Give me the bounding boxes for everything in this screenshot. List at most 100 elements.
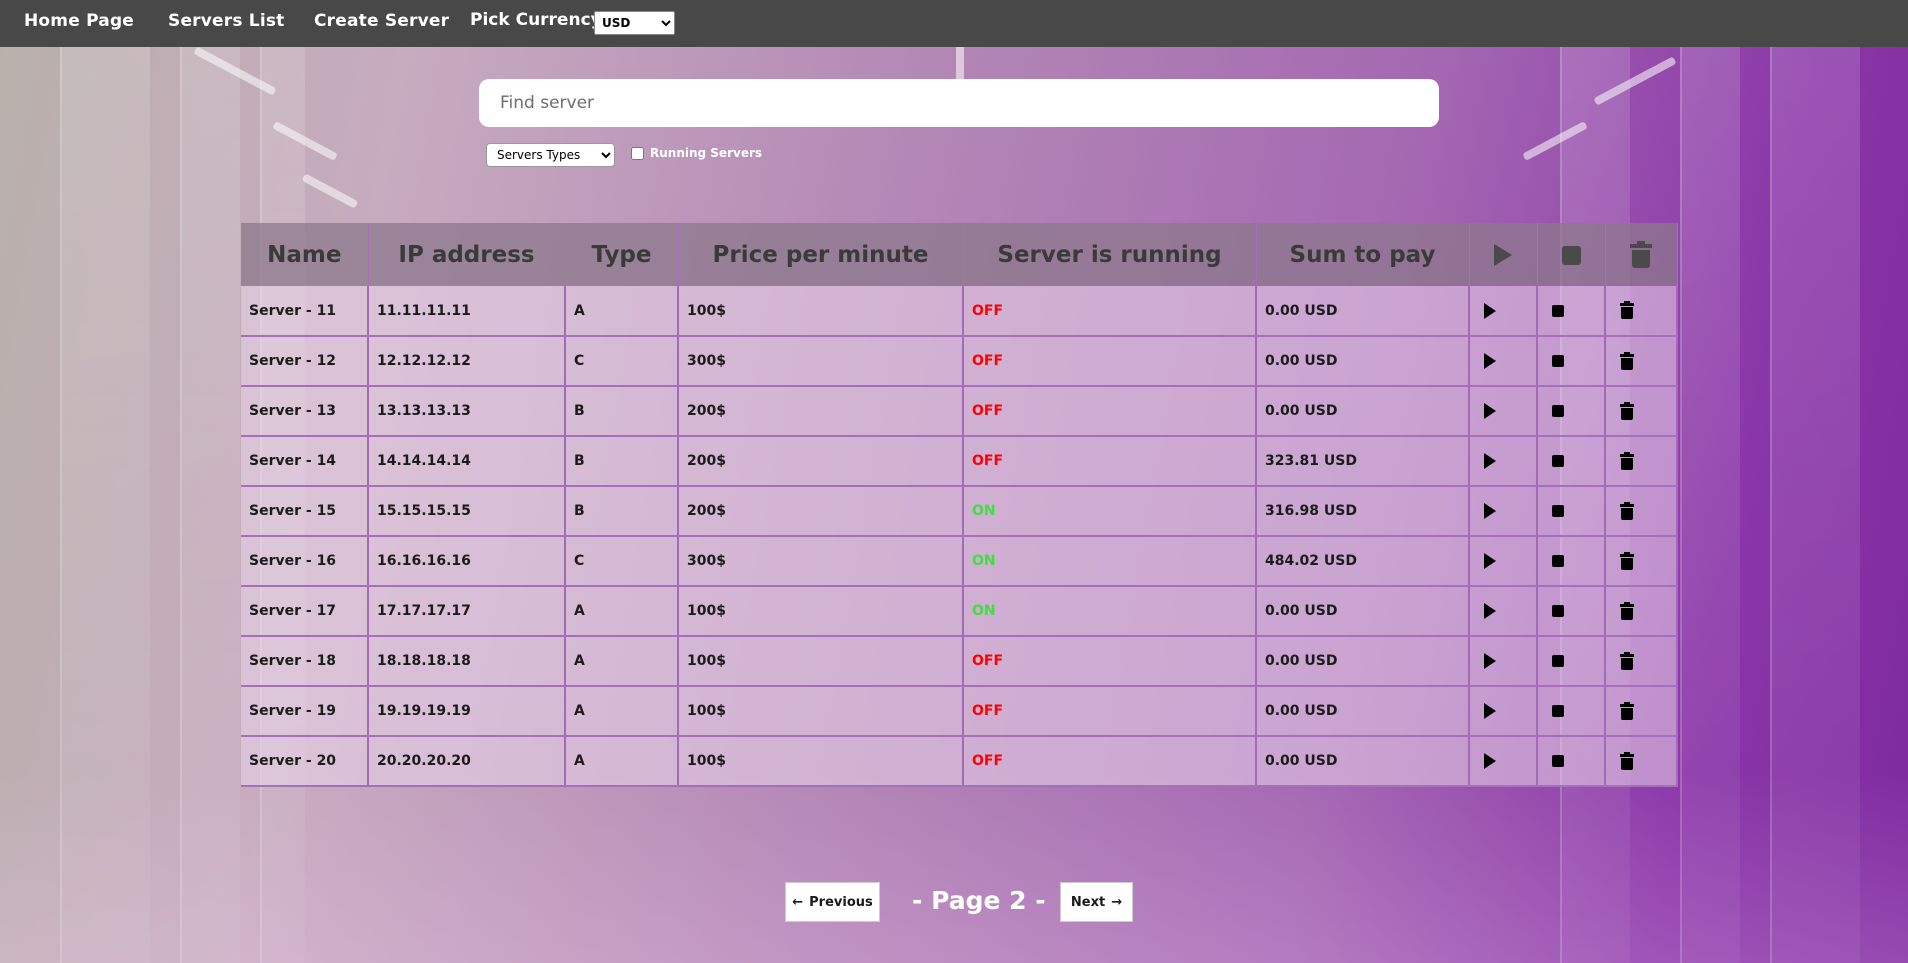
server-name-cell: Server - 16 bbox=[241, 536, 369, 587]
top-nav-bar: Home Page Servers List Create Server Pic… bbox=[0, 0, 1908, 47]
sum-to-pay-cell: 0.00 USD bbox=[1256, 586, 1470, 637]
trash-button[interactable] bbox=[1605, 486, 1678, 537]
running-servers-checkbox[interactable] bbox=[631, 146, 644, 160]
ip-address-cell: 14.14.14.14 bbox=[368, 436, 566, 487]
running-status-cell: OFF bbox=[963, 386, 1257, 437]
trash-icon bbox=[1620, 551, 1634, 570]
play-icon bbox=[1484, 553, 1496, 569]
nav-servers-list-link[interactable]: Servers List bbox=[168, 11, 285, 31]
price-cell: 100$ bbox=[678, 686, 964, 737]
trash-button[interactable] bbox=[1605, 736, 1678, 787]
stop-button[interactable] bbox=[1537, 636, 1606, 687]
arrow-right-icon: → bbox=[1111, 894, 1123, 910]
ip-address-cell: 11.11.11.11 bbox=[368, 286, 566, 337]
running-servers-label: Running Servers bbox=[650, 146, 763, 160]
server-name-cell: Server - 14 bbox=[241, 436, 369, 487]
type-cell: B bbox=[565, 436, 679, 487]
stop-button[interactable] bbox=[1537, 286, 1606, 337]
stop-icon bbox=[1552, 505, 1564, 517]
server-name-cell: Server - 15 bbox=[241, 486, 369, 537]
stop-icon bbox=[1552, 355, 1564, 367]
running-status-cell: OFF bbox=[963, 736, 1257, 787]
nav-home-link[interactable]: Home Page bbox=[24, 11, 134, 31]
type-cell: B bbox=[565, 486, 679, 537]
ip-address-cell: 16.16.16.16 bbox=[368, 536, 566, 587]
running-status-cell: ON bbox=[963, 586, 1257, 637]
trash-icon bbox=[1620, 751, 1634, 770]
play-button[interactable] bbox=[1469, 386, 1538, 437]
trash-icon bbox=[1630, 240, 1652, 268]
play-button[interactable] bbox=[1469, 536, 1538, 587]
next-page-button[interactable]: Next → bbox=[1060, 882, 1133, 922]
play-button[interactable] bbox=[1469, 486, 1538, 537]
trash-button[interactable] bbox=[1605, 286, 1678, 337]
table-row: Server - 17 17.17.17.17 A 100$ ON 0.00 USD bbox=[241, 586, 1678, 637]
trash-button[interactable] bbox=[1605, 386, 1678, 437]
trash-button[interactable] bbox=[1605, 586, 1678, 637]
table-row: Server - 16 16.16.16.16 C 300$ ON 484.02 USD bbox=[241, 536, 1678, 587]
play-button[interactable] bbox=[1469, 736, 1538, 787]
type-cell: B bbox=[565, 386, 679, 437]
play-button[interactable] bbox=[1469, 586, 1538, 637]
price-cell: 100$ bbox=[678, 636, 964, 687]
trash-button[interactable] bbox=[1605, 436, 1678, 487]
ip-address-cell: 18.18.18.18 bbox=[368, 636, 566, 687]
stop-icon bbox=[1552, 655, 1564, 667]
play-button[interactable] bbox=[1469, 336, 1538, 387]
price-cell: 300$ bbox=[678, 336, 964, 387]
table-row: Server - 20 20.20.20.20 A 100$ OFF 0.00 USD bbox=[241, 736, 1678, 787]
header-server-is-running: Server is running bbox=[963, 223, 1257, 286]
header-ip-address: IP address bbox=[368, 223, 566, 286]
table-row: Server - 15 15.15.15.15 B 200$ ON 316.98 USD bbox=[241, 486, 1678, 537]
play-button[interactable] bbox=[1469, 686, 1538, 737]
type-cell: A bbox=[565, 636, 679, 687]
previous-page-button[interactable]: ← Previous bbox=[785, 882, 880, 922]
header-type: Type bbox=[565, 223, 679, 286]
search-input[interactable] bbox=[479, 79, 1439, 127]
price-cell: 300$ bbox=[678, 536, 964, 587]
trash-icon bbox=[1620, 401, 1634, 420]
running-status-cell: OFF bbox=[963, 336, 1257, 387]
play-button[interactable] bbox=[1469, 436, 1538, 487]
stop-button[interactable] bbox=[1537, 686, 1606, 737]
stop-button[interactable] bbox=[1537, 486, 1606, 537]
table-row: Server - 13 13.13.13.13 B 200$ OFF 0.00 USD bbox=[241, 386, 1678, 437]
stop-button[interactable] bbox=[1537, 436, 1606, 487]
price-cell: 100$ bbox=[678, 736, 964, 787]
stop-button[interactable] bbox=[1537, 336, 1606, 387]
ip-address-cell: 20.20.20.20 bbox=[368, 736, 566, 787]
stop-button[interactable] bbox=[1537, 586, 1606, 637]
sum-to-pay-cell: 316.98 USD bbox=[1256, 486, 1470, 537]
sum-to-pay-cell: 0.00 USD bbox=[1256, 636, 1470, 687]
running-status-cell: ON bbox=[963, 486, 1257, 537]
ip-address-cell: 12.12.12.12 bbox=[368, 336, 566, 387]
currency-select[interactable]: USD bbox=[594, 11, 675, 35]
nav-create-server-link[interactable]: Create Server bbox=[314, 11, 449, 31]
server-name-cell: Server - 19 bbox=[241, 686, 369, 737]
stop-icon bbox=[1552, 304, 1564, 317]
trash-button[interactable] bbox=[1605, 686, 1678, 737]
server-types-select[interactable]: Servers Types bbox=[486, 143, 615, 167]
header-stop-icon-cell bbox=[1537, 223, 1606, 286]
trash-icon bbox=[1620, 351, 1634, 370]
sum-to-pay-cell: 0.00 USD bbox=[1256, 336, 1470, 387]
play-button[interactable] bbox=[1469, 636, 1538, 687]
price-cell: 100$ bbox=[678, 586, 964, 637]
trash-icon bbox=[1620, 501, 1634, 520]
arrow-left-icon: ← bbox=[792, 894, 804, 910]
stop-button[interactable] bbox=[1537, 536, 1606, 587]
trash-icon bbox=[1620, 301, 1634, 319]
running-status-cell: ON bbox=[963, 536, 1257, 587]
stop-button[interactable] bbox=[1537, 736, 1606, 787]
play-button[interactable] bbox=[1469, 286, 1538, 337]
table-header-row: Name IP address Type Price per minute Se… bbox=[241, 223, 1678, 286]
trash-button[interactable] bbox=[1605, 336, 1678, 387]
header-price-per-minute: Price per minute bbox=[678, 223, 964, 286]
trash-button[interactable] bbox=[1605, 536, 1678, 587]
sum-to-pay-cell: 0.00 USD bbox=[1256, 286, 1470, 337]
stop-button[interactable] bbox=[1537, 386, 1606, 437]
play-icon bbox=[1484, 653, 1496, 669]
trash-button[interactable] bbox=[1605, 636, 1678, 687]
ip-address-cell: 15.15.15.15 bbox=[368, 486, 566, 537]
play-icon bbox=[1494, 244, 1512, 266]
